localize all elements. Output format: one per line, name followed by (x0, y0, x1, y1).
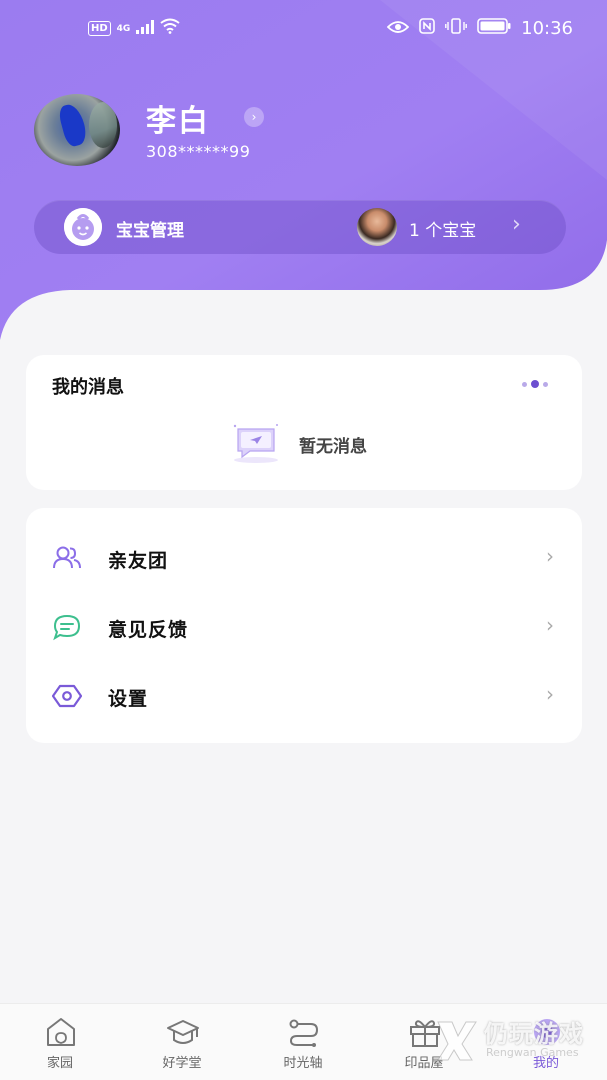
chevron-right-icon: › (546, 682, 554, 706)
tab-profile[interactable]: 我的 (496, 1004, 596, 1080)
clock: 10:36 (521, 18, 573, 39)
tab-label: 我的 (532, 1056, 559, 1071)
baby-management-label: 宝宝管理 (116, 221, 184, 241)
menu-item-friends[interactable]: 亲友团 › (26, 528, 582, 588)
tab-label: 家园 (46, 1056, 73, 1071)
bottom-tab-bar: 家园 好学堂 时光轴 印品屋 我的 (0, 1003, 607, 1080)
menu-label: 亲友团 (108, 550, 169, 572)
vibrate-icon (445, 18, 468, 39)
battery-icon (477, 18, 511, 39)
more-dots-icon[interactable] (522, 380, 548, 388)
baby-face-icon (64, 208, 102, 246)
people-icon (52, 544, 82, 572)
chevron-right-icon: › (546, 544, 554, 568)
empty-message-text: 暂无消息 (299, 437, 367, 457)
eye-icon (386, 19, 410, 39)
profile-icon (530, 1016, 564, 1048)
tab-print-shop[interactable]: 印品屋 (374, 1004, 474, 1080)
network-type: 4G (116, 23, 131, 34)
nfc-icon (419, 18, 435, 39)
chevron-right-icon: › (546, 613, 554, 637)
tab-school[interactable]: 好学堂 (132, 1004, 232, 1080)
baby-avatar (357, 208, 397, 246)
status-bar: HD 4G 10:36 (0, 0, 607, 58)
signal-icon (136, 19, 155, 39)
hd-icon: HD (88, 21, 111, 36)
messages-card[interactable]: 我的消息 暂无消息 (26, 355, 582, 490)
menu-label: 意见反馈 (108, 619, 189, 641)
baby-management-bar[interactable]: 宝宝管理 1 个宝宝 › (34, 200, 566, 254)
tab-label: 好学堂 (162, 1056, 202, 1071)
gift-icon (408, 1016, 442, 1048)
avatar[interactable] (34, 94, 120, 166)
messages-title: 我的消息 (52, 377, 124, 398)
menu-item-feedback[interactable]: 意见反馈 › (26, 597, 582, 657)
tab-timeline[interactable]: 时光轴 (253, 1004, 353, 1080)
tab-home[interactable]: 家园 (10, 1004, 110, 1080)
profile-arrow-icon[interactable]: › (244, 107, 264, 127)
tab-label: 印品屋 (404, 1056, 444, 1071)
graduation-cap-icon (166, 1016, 200, 1048)
menu-card: 亲友团 › 意见反馈 › 设置 › (26, 508, 582, 743)
chevron-right-icon: › (512, 212, 521, 237)
settings-icon (51, 682, 83, 710)
profile-name[interactable]: 李白 (146, 96, 210, 140)
home-icon (44, 1016, 78, 1048)
menu-item-settings[interactable]: 设置 › (26, 666, 582, 726)
timeline-icon (287, 1016, 321, 1048)
menu-label: 设置 (108, 688, 149, 710)
wifi-icon (160, 18, 180, 39)
profile-phone: 308******99 (146, 142, 251, 161)
empty-message-icon (230, 421, 282, 469)
feedback-icon (52, 613, 82, 641)
tab-label: 时光轴 (283, 1056, 323, 1071)
baby-count: 1 个宝宝 (409, 221, 477, 241)
